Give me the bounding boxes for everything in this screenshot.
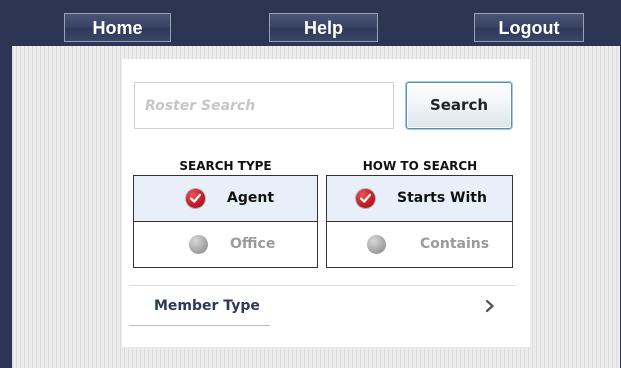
check-radio-icon: [186, 189, 205, 208]
help-button[interactable]: Help: [269, 13, 378, 42]
radio-off-icon: [189, 235, 208, 254]
search-type-title: SEARCH TYPE: [179, 159, 272, 173]
member-type-label: Member Type: [154, 298, 260, 314]
member-type-underline: [129, 325, 270, 326]
how-to-search-starts-with-option[interactable]: Starts With: [326, 175, 513, 222]
option-label: Starts With: [397, 190, 487, 206]
member-type-row[interactable]: Member Type: [129, 286, 516, 326]
search-button[interactable]: Search: [406, 82, 512, 129]
search-type-office-option[interactable]: Office: [133, 221, 318, 268]
how-to-search-contains-option[interactable]: Contains: [326, 221, 513, 268]
radio-off-icon: [367, 235, 386, 254]
chevron-right-icon: [483, 298, 497, 314]
top-nav-bar: Home Help Logout: [0, 0, 621, 46]
logout-button[interactable]: Logout: [474, 13, 584, 42]
option-label: Contains: [420, 236, 490, 252]
search-type-agent-option[interactable]: Agent: [133, 175, 318, 222]
roster-search-input[interactable]: [134, 82, 394, 129]
check-radio-icon: [356, 189, 375, 208]
home-button[interactable]: Home: [64, 13, 171, 42]
how-to-search-title: HOW TO SEARCH: [362, 159, 478, 173]
option-label: Office: [230, 236, 276, 252]
option-label: Agent: [227, 190, 275, 206]
